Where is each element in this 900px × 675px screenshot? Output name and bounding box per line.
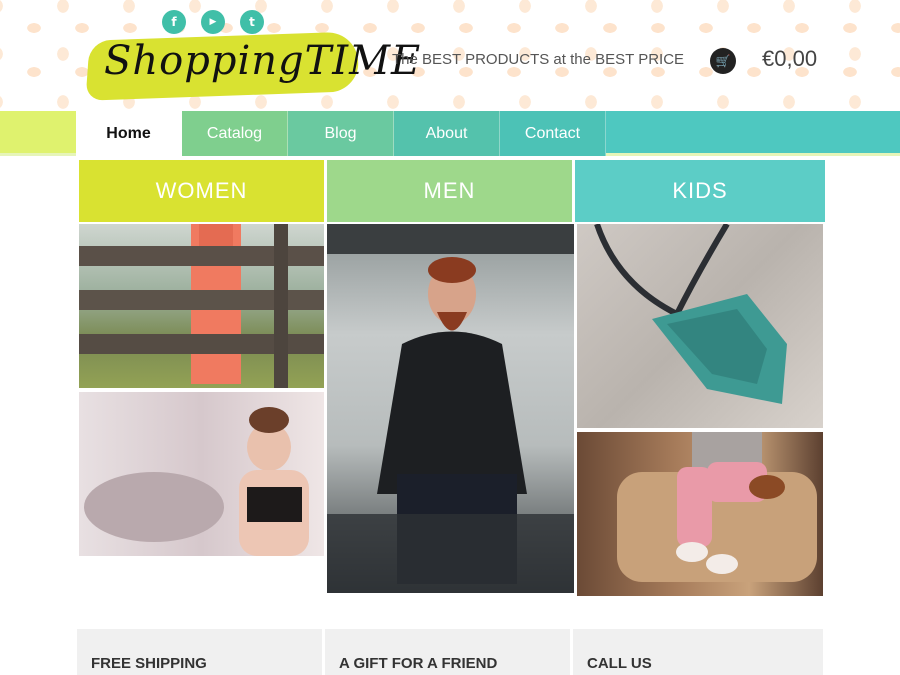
photo-woman-bed[interactable] — [79, 392, 324, 556]
photo-turquoise-necklace[interactable] — [577, 224, 823, 428]
logo-text: ShoppingTIME — [104, 38, 422, 84]
nav-home[interactable]: Home — [76, 111, 182, 156]
photo-child-sofa-art — [617, 432, 817, 582]
tagline: The BEST PRODUCTS at the BEST PRICE — [392, 51, 685, 68]
photo-woman-bed-art — [84, 407, 309, 556]
category-men[interactable]: MEN — [327, 160, 572, 222]
cart-total[interactable]: €0,00 — [762, 46, 817, 72]
nav-catalog[interactable]: Catalog — [182, 111, 288, 156]
nav-blog[interactable]: Blog — [288, 111, 394, 156]
cart-icon[interactable]: 🛒 — [710, 48, 736, 74]
main-nav: Home Catalog Blog About Contact — [76, 111, 606, 156]
category-women[interactable]: WOMEN — [79, 160, 324, 222]
feature-call-us: CALL US — [573, 629, 823, 675]
site-logo[interactable]: ShoppingTIME — [78, 30, 420, 101]
photo-turquoise-necklace-art — [594, 224, 787, 404]
feature-title: CALL US — [587, 655, 652, 672]
photo-man-black-sweater[interactable] — [327, 224, 574, 593]
nav-about[interactable]: About — [394, 111, 500, 156]
photo-woman-red-dress-art — [79, 224, 324, 388]
feature-free-shipping: FREE SHIPPING — [77, 629, 322, 675]
photo-woman-red-dress[interactable] — [79, 224, 324, 388]
photo-man-black-sweater-art — [327, 224, 574, 593]
feature-gift: A GIFT FOR A FRIEND — [325, 629, 570, 675]
feature-title: FREE SHIPPING — [91, 655, 207, 672]
nav-contact[interactable]: Contact — [500, 111, 606, 156]
category-kids[interactable]: KIDS — [575, 160, 825, 222]
feature-title: A GIFT FOR A FRIEND — [339, 655, 498, 672]
photo-child-sofa[interactable] — [577, 432, 823, 596]
